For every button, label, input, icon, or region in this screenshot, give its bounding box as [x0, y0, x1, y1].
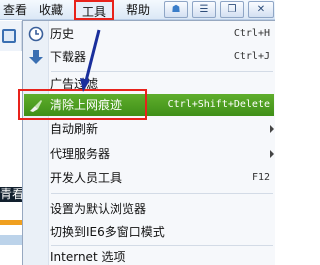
menu-view[interactable]: 查看 [0, 0, 30, 20]
menu-item-developer-tools[interactable]: 开发人员工具 F12 [24, 167, 274, 189]
menu-item-label: 切换到IE6多窗口模式 [50, 225, 165, 239]
background-page [0, 51, 22, 265]
window-controls: ☗ ☰ ❐ ✕ [160, 1, 275, 19]
menu-item-internet-options[interactable]: Internet 选项 [24, 246, 274, 265]
menu-item-set-default-browser[interactable]: 设置为默认浏览器 [24, 198, 274, 220]
menu-item-label: 代理服务器 [50, 147, 111, 161]
menu-item-label: Internet 选项 [50, 250, 126, 264]
download-arrow-icon [29, 50, 43, 64]
background-blue-bar [0, 235, 22, 245]
toolbar-button-icon[interactable] [2, 29, 16, 43]
menu-separator [51, 193, 273, 194]
menu-item-proxy-server[interactable]: 代理服务器 [24, 143, 274, 165]
submenu-arrow-icon [270, 150, 274, 158]
menu-item-label: 开发人员工具 [50, 171, 123, 185]
menu-icon[interactable]: ☰ [192, 1, 216, 18]
menu-item-auto-refresh[interactable]: 自动刷新 [24, 118, 274, 140]
menu-item-label: 下载器 [50, 50, 87, 64]
restore-icon[interactable]: ❐ [220, 1, 244, 18]
menu-help[interactable]: 帮助 [120, 0, 156, 20]
menu-item-shortcut: Ctrl+J [233, 51, 270, 62]
menu-item-shortcut: Ctrl+H [233, 28, 270, 39]
menu-item-shortcut: F12 [251, 172, 270, 183]
menu-bar: 查看 收藏 工具 帮助 ☗ ☰ ❐ ✕ [0, 0, 275, 20]
background-orange-bar [0, 220, 22, 225]
clock-icon [28, 26, 44, 42]
annotation-highlight-box [18, 89, 147, 120]
menu-separator [51, 71, 273, 72]
background-text-fragment: 青看 [0, 187, 22, 201]
menu-item-shortcut: Ctrl+Shift+Delete [167, 99, 270, 110]
menu-item-switch-ie6-mode[interactable]: 切换到IE6多窗口模式 [24, 221, 274, 243]
menu-favorites[interactable]: 收藏 [36, 0, 66, 20]
menu-item-label: 历史 [50, 27, 75, 41]
close-icon[interactable]: ✕ [248, 1, 274, 18]
menu-tools[interactable]: 工具 [74, 0, 114, 20]
menu-item-downloader[interactable]: 下载器 Ctrl+J [24, 46, 274, 68]
toolbar-fragment [0, 21, 22, 51]
menu-item-history[interactable]: 历史 Ctrl+H [24, 23, 274, 45]
submenu-arrow-icon [270, 125, 274, 133]
skin-icon[interactable]: ☗ [164, 1, 188, 18]
menu-item-label: 自动刷新 [50, 122, 99, 136]
tools-dropdown-menu: 历史 Ctrl+H 下载器 Ctrl+J 广告过滤 清除上网痕迹 Ctrl+Sh… [22, 20, 275, 265]
menu-item-label: 设置为默认浏览器 [50, 202, 147, 216]
